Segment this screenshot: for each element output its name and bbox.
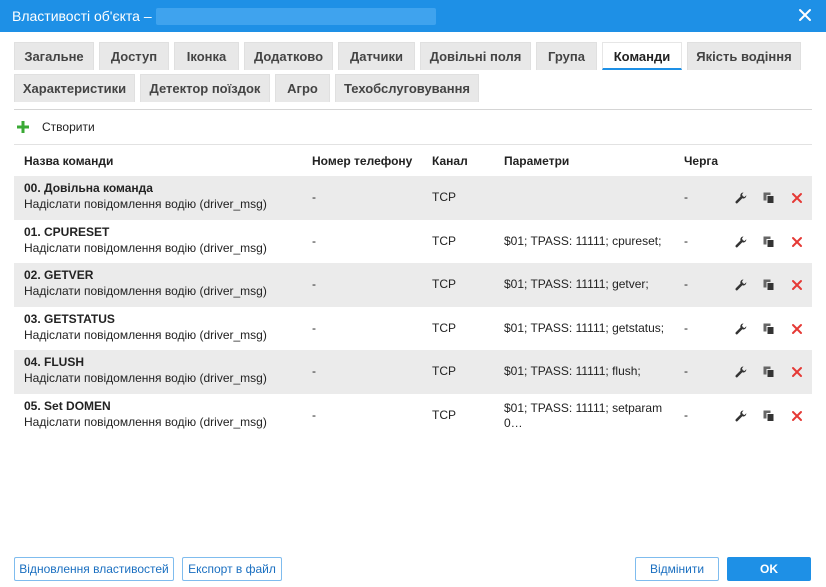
command-queue: - bbox=[684, 277, 688, 291]
tab-characteristics[interactable]: Характеристики bbox=[14, 74, 135, 102]
wrench-icon[interactable] bbox=[734, 365, 748, 379]
command-channel: TCP bbox=[432, 364, 456, 378]
tab-agro[interactable]: Агро bbox=[275, 74, 330, 102]
command-channel: TCP bbox=[432, 321, 456, 335]
command-description: Надіслати повідомлення водію (driver_msg… bbox=[24, 371, 267, 385]
tab-access[interactable]: Доступ bbox=[99, 42, 169, 70]
table-row[interactable]: 03. GETSTATUS Надіслати повідомлення вод… bbox=[14, 307, 812, 351]
column-header-channel[interactable]: Канал bbox=[432, 154, 468, 168]
command-params: $01; TPASS: 11111; setparam 0… bbox=[504, 401, 663, 430]
wrench-icon[interactable] bbox=[734, 409, 748, 423]
close-icon[interactable] bbox=[796, 6, 814, 24]
wrench-icon[interactable] bbox=[734, 191, 748, 205]
command-name: 02. GETVER bbox=[24, 268, 94, 282]
command-phone: - bbox=[312, 364, 316, 378]
delete-icon[interactable] bbox=[790, 278, 804, 292]
table-row[interactable]: 05. Set DOMEN Надіслати повідомлення вод… bbox=[14, 394, 812, 438]
command-name: 04. FLUSH bbox=[24, 355, 85, 369]
dialog-title: Властивості об'єкта – bbox=[12, 8, 152, 24]
commands-table-header: Назва команди Номер телефону Канал Парам… bbox=[14, 152, 812, 176]
wrench-icon[interactable] bbox=[734, 322, 748, 336]
command-params: $01; TPASS: 11111; flush; bbox=[504, 364, 641, 378]
command-phone: - bbox=[312, 321, 316, 335]
tab-custom-fields[interactable]: Довільні поля bbox=[420, 42, 531, 70]
cancel-button[interactable]: Відмінити bbox=[635, 557, 719, 581]
tab-commands[interactable]: Команди bbox=[602, 42, 682, 70]
command-description: Надіслати повідомлення водію (driver_msg… bbox=[24, 284, 267, 298]
export-to-file-button[interactable]: Експорт в файл bbox=[182, 557, 282, 581]
command-params: $01; TPASS: 11111; getver; bbox=[504, 277, 649, 291]
table-row[interactable]: 01. CPURESET Надіслати повідомлення воді… bbox=[14, 220, 812, 264]
tab-icon[interactable]: Іконка bbox=[174, 42, 239, 70]
tab-maintenance[interactable]: Техобслуговування bbox=[335, 74, 479, 102]
delete-icon[interactable] bbox=[790, 191, 804, 205]
delete-icon[interactable] bbox=[790, 409, 804, 423]
command-description: Надіслати повідомлення водію (driver_msg… bbox=[24, 415, 267, 429]
column-header-phone[interactable]: Номер телефону bbox=[312, 154, 412, 168]
copy-icon[interactable] bbox=[762, 322, 776, 336]
copy-icon[interactable] bbox=[762, 191, 776, 205]
command-name: 00. Довільна команда bbox=[24, 181, 153, 195]
command-name: 05. Set DOMEN bbox=[24, 399, 111, 413]
command-phone: - bbox=[312, 190, 316, 204]
tab-trip-detector[interactable]: Детектор поїздок bbox=[140, 74, 270, 102]
tab-sensors[interactable]: Датчики bbox=[338, 42, 415, 70]
copy-icon[interactable] bbox=[762, 278, 776, 292]
command-queue: - bbox=[684, 408, 688, 422]
delete-icon[interactable] bbox=[790, 235, 804, 249]
delete-icon[interactable] bbox=[790, 365, 804, 379]
command-description: Надіслати повідомлення водію (driver_msg… bbox=[24, 241, 267, 255]
command-phone: - bbox=[312, 277, 316, 291]
table-row[interactable]: 04. FLUSH Надіслати повідомлення водію (… bbox=[14, 350, 812, 394]
command-description: Надіслати повідомлення водію (driver_msg… bbox=[24, 328, 267, 342]
command-queue: - bbox=[684, 364, 688, 378]
command-params: $01; TPASS: 11111; getstatus; bbox=[504, 321, 665, 335]
toolbar-divider bbox=[14, 144, 812, 145]
column-header-params[interactable]: Параметри bbox=[504, 154, 569, 168]
command-name: 01. CPURESET bbox=[24, 225, 110, 239]
command-params: $01; TPASS: 11111; cpureset; bbox=[504, 234, 662, 248]
copy-icon[interactable] bbox=[762, 365, 776, 379]
command-channel: TCP bbox=[432, 408, 456, 422]
wrench-icon[interactable] bbox=[734, 278, 748, 292]
command-channel: TCP bbox=[432, 234, 456, 248]
tab-group[interactable]: Група bbox=[536, 42, 597, 70]
object-properties-dialog: Властивості об'єкта – Загальне Доступ Ік… bbox=[0, 0, 826, 587]
command-phone: - bbox=[312, 234, 316, 248]
delete-icon[interactable] bbox=[790, 322, 804, 336]
command-queue: - bbox=[684, 190, 688, 204]
command-channel: TCP bbox=[432, 277, 456, 291]
table-row[interactable]: 02. GETVER Надіслати повідомлення водію … bbox=[14, 263, 812, 307]
restore-properties-button[interactable]: Відновлення властивостей bbox=[14, 557, 174, 581]
tab-additional[interactable]: Додатково bbox=[244, 42, 333, 70]
command-queue: - bbox=[684, 321, 688, 335]
plus-icon bbox=[17, 121, 29, 133]
object-name-redacted bbox=[156, 8, 436, 25]
tabs-divider bbox=[14, 109, 812, 110]
copy-icon[interactable] bbox=[762, 409, 776, 423]
command-queue: - bbox=[684, 234, 688, 248]
copy-icon[interactable] bbox=[762, 235, 776, 249]
command-channel: TCP bbox=[432, 190, 456, 204]
ok-button[interactable]: OK bbox=[727, 557, 811, 581]
command-description: Надіслати повідомлення водію (driver_msg… bbox=[24, 197, 267, 211]
dialog-titlebar: Властивості об'єкта – bbox=[0, 0, 826, 32]
table-row[interactable]: 00. Довільна команда Надіслати повідомле… bbox=[14, 176, 812, 220]
command-name: 03. GETSTATUS bbox=[24, 312, 115, 326]
column-header-queue[interactable]: Черга bbox=[684, 154, 718, 168]
wrench-icon[interactable] bbox=[734, 235, 748, 249]
tab-eco-driving[interactable]: Якість водіння bbox=[687, 42, 801, 70]
tab-general[interactable]: Загальне bbox=[14, 42, 94, 70]
column-header-name[interactable]: Назва команди bbox=[24, 154, 113, 168]
command-phone: - bbox=[312, 408, 316, 422]
create-label: Створити bbox=[42, 120, 95, 134]
